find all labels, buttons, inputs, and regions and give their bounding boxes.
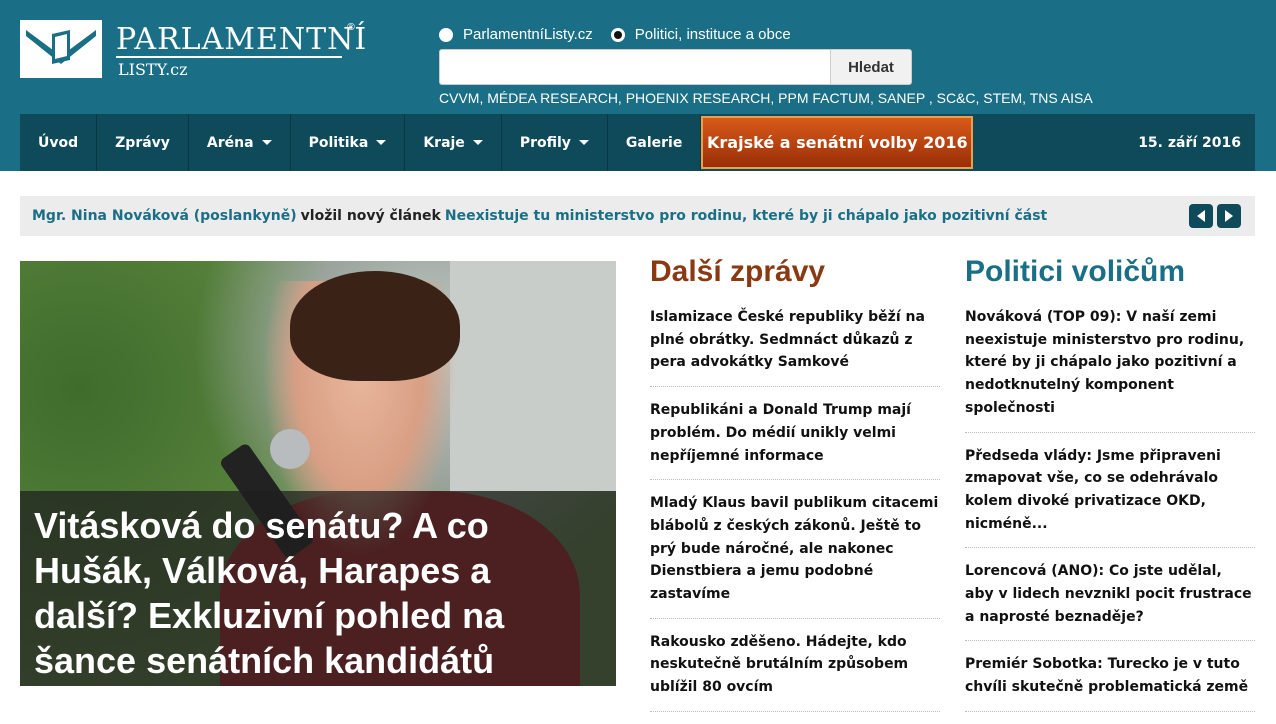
nav-item-profily[interactable]: Profily	[502, 114, 608, 171]
nav-item-galerie[interactable]: Galerie	[608, 114, 702, 171]
nav-item-zpravy[interactable]: Zprávy	[97, 114, 189, 171]
ticker-controls	[1189, 204, 1241, 228]
hero-caption: Vitásková do senátu? A co Hušák, Válková…	[20, 491, 616, 686]
politician-item[interactable]: Lorencová (ANO): Co jste udělal, aby v l…	[965, 560, 1255, 642]
nav-item-label: Politika	[308, 134, 369, 151]
chevron-down-icon	[578, 140, 589, 145]
poll-agencies-list[interactable]: CVVM, MÉDEA RESEARCH, PHOENIX RESEARCH, …	[439, 90, 1093, 106]
hero-title[interactable]: Vitásková do senátu? A co Hušák, Válková…	[34, 503, 602, 683]
arrow-right-icon	[1225, 210, 1233, 222]
logo-registered-mark: ®	[346, 22, 356, 33]
nav-item-label: Aréna	[206, 134, 254, 151]
nav-item-label: Zprávy	[115, 134, 170, 151]
nav-item-politika[interactable]: Politika	[291, 114, 406, 171]
hero-article[interactable]: Vitásková do senátu? A co Hušák, Válková…	[20, 261, 616, 686]
radio-checked-icon[interactable]	[610, 27, 625, 42]
politician-item[interactable]: Premiér Sobotka: Turecko je v tuto chvíl…	[965, 653, 1255, 712]
nav-item-uvod[interactable]: Úvod	[20, 114, 98, 171]
main-navigation: Úvod Zprávy Aréna Politika Kraje Profily…	[20, 114, 1255, 171]
microphone-head	[270, 429, 310, 469]
politician-item[interactable]: Předseda vlády: Jsme připraveni zmapovat…	[965, 445, 1255, 549]
nav-item-label: Profily	[519, 134, 571, 151]
ticker-next-button[interactable]	[1217, 204, 1241, 228]
chevron-down-icon	[376, 140, 387, 145]
election-banner[interactable]: Krajské a senátní volby 2016	[701, 116, 974, 169]
nav-item-label: Kraje	[423, 134, 465, 151]
site-logo[interactable]: PARLAMENTNÍ ® LISTY.cz	[20, 20, 366, 80]
logo-title: PARLAMENTNÍ	[116, 22, 368, 57]
search-scope-options: ParlamentníListy.cz Politici, instituce …	[439, 26, 791, 43]
news-item[interactable]: Islamizace České republiky běží na plné …	[650, 306, 940, 388]
logo-subtitle: LISTY.cz	[118, 60, 188, 79]
radio-label: ParlamentníListy.cz	[463, 26, 593, 43]
ticker-article-link[interactable]: Neexistuje tu ministerstvo pro rodinu, k…	[445, 208, 1047, 224]
radio-label: Politici, instituce a obce	[634, 26, 791, 43]
hero-photo-building	[450, 261, 616, 491]
current-date: 15. září 2016	[1138, 134, 1241, 151]
search-scope-radio-politicians[interactable]: Politici, instituce a obce	[610, 26, 791, 43]
news-ticker: Mgr. Nina Nováková (poslankyně) vložil n…	[20, 196, 1255, 236]
logo-book-icon	[20, 20, 102, 78]
search-button[interactable]: Hledat	[830, 49, 912, 85]
search-input[interactable]	[439, 49, 831, 85]
nav-item-label: Úvod	[38, 134, 79, 151]
ticker-action-text: vložil nový článek	[300, 208, 441, 224]
logo-divider	[116, 56, 342, 58]
politicians-column: Politici voličům Nováková (TOP 09): V na…	[965, 252, 1255, 724]
politicians-heading[interactable]: Politici voličům	[965, 252, 1255, 292]
search-scope-radio-portal[interactable]: ParlamentníListy.cz	[439, 26, 593, 43]
ticker-prev-button[interactable]	[1189, 204, 1213, 228]
news-column: Další zprávy Islamizace České republiky …	[650, 252, 940, 724]
chevron-down-icon	[261, 140, 272, 145]
chevron-down-icon	[472, 140, 483, 145]
nav-item-label: Galerie	[625, 134, 683, 151]
news-item[interactable]: Republikáni a Donald Trump mají problém.…	[650, 399, 940, 481]
nav-item-kraje[interactable]: Kraje	[405, 114, 502, 171]
arrow-left-icon	[1197, 210, 1205, 222]
nav-item-arena[interactable]: Aréna	[189, 114, 291, 171]
news-item[interactable]: Mladý Klaus bavil publikum citacemi bláb…	[650, 492, 940, 619]
news-heading[interactable]: Další zprávy	[650, 252, 940, 292]
radio-unchecked-icon[interactable]	[439, 27, 453, 42]
ticker-author-link[interactable]: Mgr. Nina Nováková (poslankyně)	[32, 208, 297, 224]
hero-photo-person-hair	[290, 271, 460, 381]
news-item[interactable]: Rakousko zděšeno. Hádejte, kdo neskutečn…	[650, 631, 940, 712]
politician-item[interactable]: Nováková (TOP 09): V naší zemi neexistuj…	[965, 306, 1255, 433]
